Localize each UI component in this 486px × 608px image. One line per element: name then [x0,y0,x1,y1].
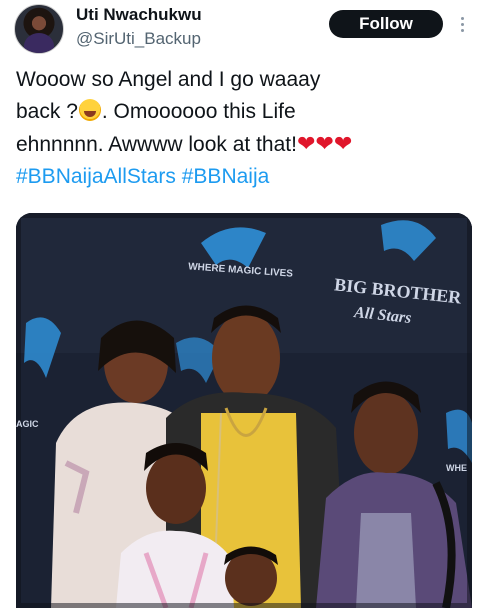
avatar[interactable] [14,4,64,54]
tweet-header: Uti Nwachukwu @SirUti_Backup Follow [0,0,486,60]
tweet-line-2-end: . Omoooooo this Life [101,100,296,123]
author-handle[interactable]: @SirUti_Backup [76,29,201,49]
author-display-name[interactable]: Uti Nwachukwu [76,5,202,25]
hashtag-bbnaija-allstars[interactable]: #BBNaijaAllStars [16,165,176,188]
more-vertical-icon[interactable] [455,11,469,37]
rolling-laughing-emoji-icon [78,99,101,121]
tweet-line-3-text: ehnnnnn. Awwww look at that! [16,133,297,156]
follow-button[interactable]: Follow [329,10,443,38]
backdrop-left-edge-text: AGIC [16,419,39,429]
avatar-shoulders [24,33,54,53]
tweet-line-1: Wooow so Angel and I go waaay [16,68,321,91]
hashtag-bbnaija[interactable]: #BBNaija [182,165,270,188]
tweet-text: Wooow so Angel and I go waaay back ? . Om… [16,64,476,193]
tweet-hashtags: #BBNaijaAllStars #BBNaija [16,161,476,193]
tweet-line-2-start: back ? [16,100,78,123]
tweet-photo[interactable]: WHERE MAGIC LIVES BIG BROTHER All Stars … [16,213,472,608]
tweet-line-2: back ? . Omoooooo this Life [16,96,476,128]
backdrop-right-edge-text: WHE [446,463,467,473]
red-heart-icon: ❤❤❤ [296,131,353,156]
tweet-line-3: ehnnnnn. Awwww look at that!❤❤❤ [16,128,476,161]
